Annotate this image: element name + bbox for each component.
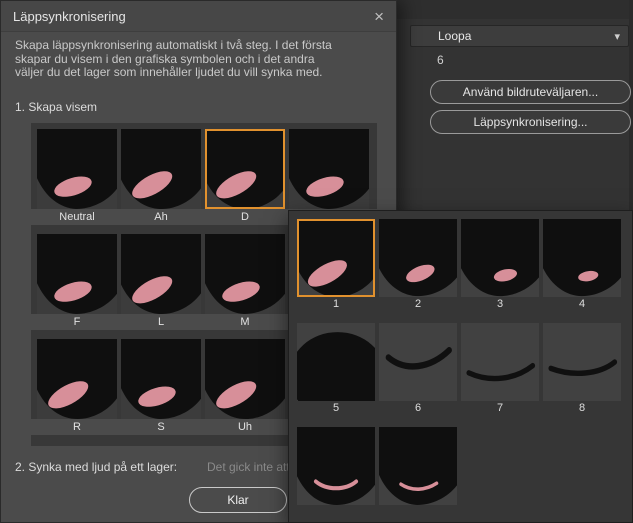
frame-tile-2-0[interactable] [297, 427, 375, 505]
close-icon[interactable]: × [374, 8, 384, 25]
frame-tile-label: 2 [414, 298, 422, 310]
lip-sync-button[interactable]: Läppsynkronisering... [430, 110, 631, 134]
frame-tile-6[interactable] [379, 323, 457, 401]
dialog-titlebar[interactable]: Läppsynkronisering × [1, 1, 396, 32]
viseme-tile-uh[interactable] [205, 339, 285, 419]
viseme-tile-label: L [157, 316, 165, 328]
done-button[interactable]: Klar [189, 487, 287, 513]
frame-tile-2-1[interactable] [379, 427, 457, 505]
viseme-tile-label: D [241, 211, 249, 223]
loop-select-value: Loopa [438, 29, 472, 43]
frame-tile-8[interactable] [543, 323, 621, 401]
viseme-tile-m[interactable] [205, 234, 285, 314]
frame-picker-popup: 1 2 3 4 5 6 7 8 [288, 210, 633, 523]
frame-tile-label: 3 [496, 298, 504, 310]
viseme-tile-label: M [240, 316, 250, 328]
frame-tile-label [379, 505, 457, 519]
frame-tile-label: 5 [332, 402, 340, 414]
viseme-tile-f[interactable] [37, 234, 117, 314]
frame-picker-grid: 1 2 3 4 5 6 7 8 [289, 219, 632, 519]
dialog-title: Läppsynkronisering [13, 8, 126, 24]
viseme-tile-l[interactable] [121, 234, 201, 314]
frame-tile-label: 7 [496, 402, 504, 414]
chevron-down-icon: ▾ [614, 30, 620, 43]
frame-tile-label [297, 505, 375, 519]
step2-label: 2. Synka med ljud på ett lager: [15, 460, 178, 474]
description-line: Skapa läppsynkronisering automatiskt i t… [15, 38, 332, 52]
frame-tile-1[interactable] [297, 219, 375, 297]
frame-tile-label: 6 [414, 402, 422, 414]
viseme-tile-ah[interactable] [121, 129, 201, 209]
viseme-tile-label: Neutral [59, 211, 95, 223]
frame-tile-2[interactable] [379, 219, 457, 297]
frame-tile-5[interactable] [297, 323, 375, 401]
viseme-tile-label: R [73, 421, 81, 433]
description-line: skapar du visem i den grafiska symbolen … [15, 51, 315, 66]
frame-number-value[interactable]: 6 [437, 53, 444, 67]
viseme-tile-label: F [73, 316, 81, 328]
frame-tile-label: 8 [578, 402, 586, 414]
panel-header-strip [397, 0, 633, 19]
frame-tile-7[interactable] [461, 323, 539, 401]
animate-app: Loopa ▾ 6 Använd bildruteväljaren... Läp… [0, 0, 633, 523]
viseme-tile-label: Uh [237, 421, 253, 433]
loop-select[interactable]: Loopa ▾ [410, 25, 629, 47]
frame-tile-label: 4 [578, 298, 586, 310]
viseme-tile-neutral[interactable] [37, 129, 117, 209]
viseme-tile-s[interactable] [121, 339, 201, 419]
frame-tile-label: 1 [332, 298, 340, 310]
description-line: väljer du det lager som innehåller ljude… [15, 65, 323, 79]
viseme-tile-label: Ah [154, 211, 168, 223]
dialog-description: Skapa läppsynkronisering automatiskt i t… [15, 38, 389, 80]
viseme-tile-d[interactable] [205, 129, 285, 209]
frame-tile-4[interactable] [543, 219, 621, 297]
viseme-tile-r[interactable] [37, 339, 117, 419]
use-frame-picker-button[interactable]: Använd bildruteväljaren... [430, 80, 631, 104]
step1-label: 1. Skapa visem [15, 100, 98, 114]
viseme-tile-label: S [157, 421, 165, 433]
frame-tile-3[interactable] [461, 219, 539, 297]
viseme-tile-0-3[interactable] [289, 129, 369, 209]
